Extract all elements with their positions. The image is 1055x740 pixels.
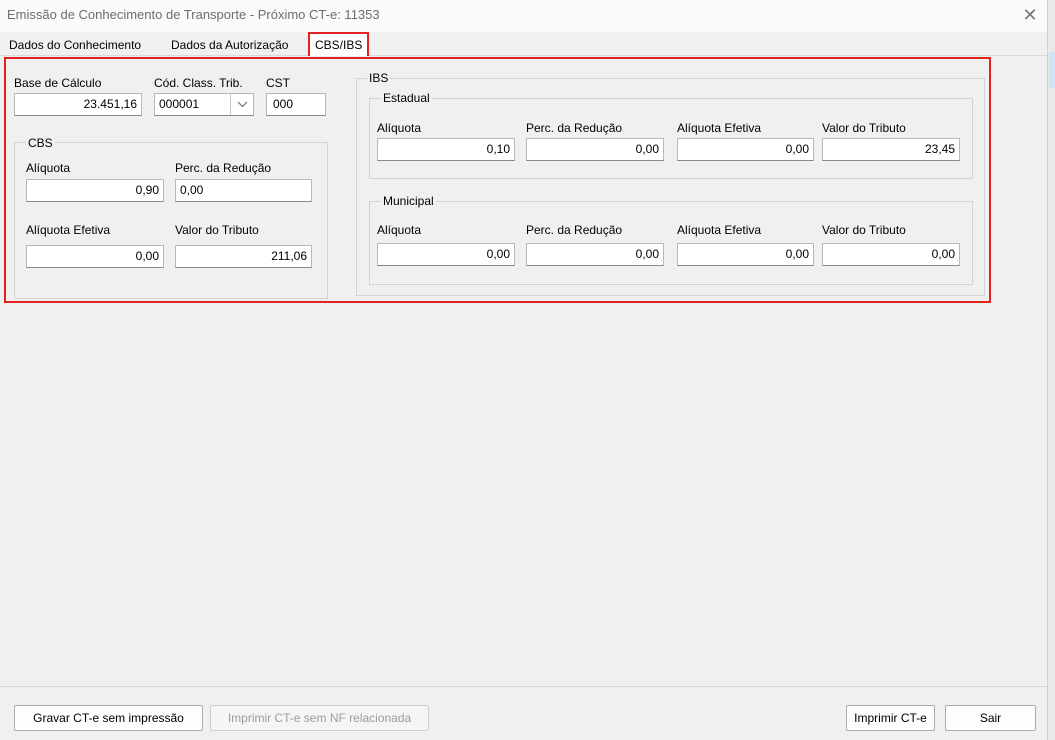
ibs-caption: IBS bbox=[367, 71, 391, 85]
cst-label: CST bbox=[266, 76, 290, 90]
tab-dados-conhecimento[interactable]: Dados do Conhecimento bbox=[4, 35, 146, 55]
cst-field[interactable]: 000 bbox=[266, 93, 326, 116]
municipal-efetiva-field[interactable]: 0,00 bbox=[677, 243, 814, 266]
footer-separator bbox=[0, 686, 1047, 687]
municipal-reducao-field[interactable]: 0,00 bbox=[526, 243, 664, 266]
class-trib-label: Cód. Class. Trib. bbox=[154, 76, 243, 90]
cbs-reducao-field[interactable]: 0,00 bbox=[175, 179, 312, 202]
cbs-aliquota-label: Alíquota bbox=[26, 161, 71, 175]
cbs-valor-field[interactable]: 211,06 bbox=[175, 245, 312, 268]
base-calculo-label: Base de Cálculo bbox=[14, 76, 102, 90]
estadual-reducao-field[interactable]: 0,00 bbox=[526, 138, 664, 161]
cbs-efetiva-field[interactable]: 0,00 bbox=[26, 245, 164, 268]
estadual-efetiva-label: Alíquota Efetiva bbox=[677, 121, 762, 135]
background-window-strip bbox=[1047, 0, 1055, 740]
window-title: Emissão de Conhecimento de Transporte - … bbox=[7, 7, 380, 22]
estadual-aliquota-field[interactable]: 0,10 bbox=[377, 138, 515, 161]
estadual-reducao-label: Perc. da Redução bbox=[526, 121, 623, 135]
municipal-efetiva-label: Alíquota Efetiva bbox=[677, 223, 762, 237]
municipal-aliquota-label: Alíquota bbox=[377, 223, 422, 237]
cbs-caption: CBS bbox=[26, 136, 55, 150]
sair-button[interactable]: Sair bbox=[945, 705, 1036, 731]
municipal-aliquota-field[interactable]: 0,00 bbox=[377, 243, 515, 266]
chevron-down-icon[interactable] bbox=[230, 94, 253, 115]
class-trib-value: 000001 bbox=[159, 97, 200, 111]
municipal-reducao-label: Perc. da Redução bbox=[526, 223, 623, 237]
estadual-valor-label: Valor do Tributo bbox=[822, 121, 906, 135]
municipal-valor-label: Valor do Tributo bbox=[822, 223, 906, 237]
base-calculo-field[interactable]: 23.451,16 bbox=[14, 93, 142, 116]
estadual-caption: Estadual bbox=[381, 91, 432, 105]
tab-bar bbox=[0, 32, 1047, 56]
cbs-efetiva-label: Alíquota Efetiva bbox=[26, 223, 111, 237]
tab-cbs-ibs[interactable]: CBS/IBS bbox=[308, 32, 370, 56]
gravar-sem-impressao-button[interactable]: Gravar CT-e sem impressão bbox=[14, 705, 203, 731]
background-highlight bbox=[1049, 52, 1055, 88]
municipal-caption: Municipal bbox=[381, 194, 436, 208]
imprimir-cte-button[interactable]: Imprimir CT-e bbox=[846, 705, 935, 731]
cbs-aliquota-field[interactable]: 0,90 bbox=[26, 179, 164, 202]
close-icon[interactable]: ✕ bbox=[1020, 3, 1040, 27]
tab-dados-autorizacao[interactable]: Dados da Autorização bbox=[166, 35, 293, 55]
estadual-valor-field[interactable]: 23,45 bbox=[822, 138, 960, 161]
cbs-reducao-label: Perc. da Redução bbox=[175, 161, 272, 175]
estadual-aliquota-label: Alíquota bbox=[377, 121, 422, 135]
cbs-valor-label: Valor do Tributo bbox=[175, 223, 259, 237]
imprimir-sem-nf-button[interactable]: Imprimir CT-e sem NF relacionada bbox=[210, 705, 429, 731]
municipal-valor-field[interactable]: 0,00 bbox=[822, 243, 960, 266]
estadual-efetiva-field[interactable]: 0,00 bbox=[677, 138, 814, 161]
